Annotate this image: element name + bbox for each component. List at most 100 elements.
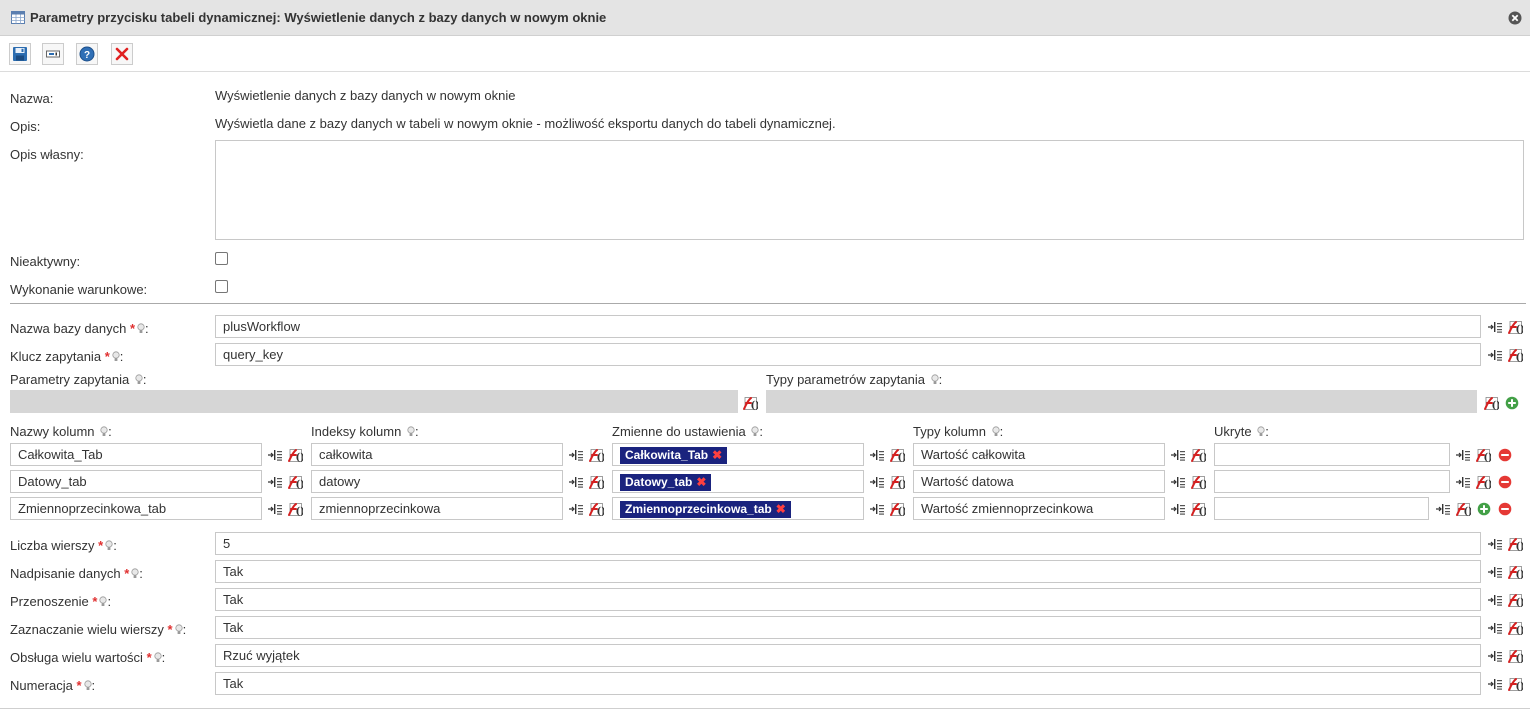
nazwa-bazy-input[interactable]: plusWorkflow <box>215 315 1481 338</box>
parametry-label: Parametry zapytania : <box>10 372 147 387</box>
function-editor-icon[interactable] <box>588 501 604 517</box>
klucz-input[interactable]: query_key <box>215 343 1481 366</box>
function-editor-icon[interactable] <box>287 474 303 490</box>
list-select-icon[interactable] <box>1487 319 1503 335</box>
variable-tag-field[interactable]: Datowy_tab ✖ <box>612 470 864 493</box>
function-editor-icon[interactable] <box>889 447 905 463</box>
remove-row-icon[interactable] <box>1498 448 1512 462</box>
remove-tag-icon[interactable]: ✖ <box>776 502 786 516</box>
list-select-icon[interactable] <box>869 501 885 517</box>
help-button[interactable]: ? <box>76 43 98 65</box>
parametry-field[interactable] <box>10 390 738 413</box>
column-type-input[interactable]: Wartość zmiennoprzecinkowa <box>913 497 1165 520</box>
function-editor-icon[interactable] <box>1507 347 1523 363</box>
list-select-icon[interactable] <box>568 447 584 463</box>
remove-tag-icon[interactable]: ✖ <box>696 475 706 489</box>
list-select-icon[interactable] <box>1487 347 1503 363</box>
add-icon[interactable] <box>1505 396 1519 410</box>
action-button[interactable] <box>42 43 64 65</box>
obsluga-wartosci-input[interactable]: Rzuć wyjątek <box>215 644 1481 667</box>
remove-row-icon[interactable] <box>1498 502 1512 516</box>
column-name-input[interactable]: Całkowita_Tab <box>10 443 262 466</box>
list-select-icon[interactable] <box>1170 501 1186 517</box>
function-editor-icon[interactable] <box>287 447 303 463</box>
list-select-icon[interactable] <box>1487 592 1503 608</box>
function-editor-icon[interactable] <box>588 447 604 463</box>
function-editor-icon[interactable] <box>588 474 604 490</box>
przenoszenie-input[interactable]: Tak <box>215 588 1481 611</box>
list-select-icon[interactable] <box>1487 536 1503 552</box>
list-select-icon[interactable] <box>267 474 283 490</box>
list-select-icon[interactable] <box>267 447 283 463</box>
list-select-icon[interactable] <box>568 474 584 490</box>
opis-wlasny-textarea[interactable] <box>215 140 1524 240</box>
bottom-border <box>0 708 1530 709</box>
save-button[interactable] <box>9 43 31 65</box>
list-select-icon[interactable] <box>1487 620 1503 636</box>
column-type-input[interactable]: Wartość datowa <box>913 470 1165 493</box>
function-editor-icon[interactable] <box>889 474 905 490</box>
function-editor-icon[interactable] <box>1190 474 1206 490</box>
function-editor-icon[interactable] <box>742 395 758 411</box>
list-select-icon[interactable] <box>869 474 885 490</box>
typy-parametrow-field[interactable] <box>766 390 1477 413</box>
function-editor-icon[interactable] <box>1507 592 1523 608</box>
function-editor-icon[interactable] <box>1507 620 1523 636</box>
variable-tag-field[interactable]: Zmiennoprzecinkowa_tab ✖ <box>612 497 864 520</box>
col-header-nazwy: Nazwy kolumn : <box>10 424 112 439</box>
list-select-icon[interactable] <box>869 447 885 463</box>
hint-icon <box>105 540 113 551</box>
function-editor-icon[interactable] <box>1483 395 1499 411</box>
liczba-wierszy-input[interactable]: 5 <box>215 532 1481 555</box>
remove-row-icon[interactable] <box>1498 475 1512 489</box>
function-editor-icon[interactable] <box>1455 501 1471 517</box>
hint-icon <box>99 596 107 607</box>
list-select-icon[interactable] <box>1455 474 1471 490</box>
hint-icon <box>154 652 162 663</box>
column-name-input[interactable]: Datowy_tab <box>10 470 262 493</box>
nadpisanie-danych-input[interactable]: Tak <box>215 560 1481 583</box>
list-select-icon[interactable] <box>568 501 584 517</box>
close-window-icon[interactable] <box>1508 11 1522 25</box>
zaznaczanie-input[interactable]: Tak <box>215 616 1481 639</box>
variable-tag: Datowy_tab ✖ <box>620 474 712 491</box>
list-select-icon[interactable] <box>1487 648 1503 664</box>
column-hidden-input[interactable] <box>1214 443 1450 466</box>
delete-button[interactable] <box>111 43 133 65</box>
column-index-input[interactable]: całkowita <box>311 443 563 466</box>
list-select-icon[interactable] <box>1455 447 1471 463</box>
function-editor-icon[interactable] <box>1475 474 1491 490</box>
function-editor-icon[interactable] <box>1475 447 1491 463</box>
numeracja-input[interactable]: Tak <box>215 672 1481 695</box>
variable-tag-field[interactable]: Całkowita_Tab ✖ <box>612 443 864 466</box>
function-editor-icon[interactable] <box>1507 676 1523 692</box>
function-editor-icon[interactable] <box>1190 501 1206 517</box>
function-editor-icon[interactable] <box>1507 648 1523 664</box>
function-editor-icon[interactable] <box>889 501 905 517</box>
column-type-input[interactable]: Wartość całkowita <box>913 443 1165 466</box>
list-select-icon[interactable] <box>1487 676 1503 692</box>
function-editor-icon[interactable] <box>1190 447 1206 463</box>
column-hidden-input[interactable] <box>1214 470 1450 493</box>
col-header-zmienne: Zmienne do ustawienia : <box>612 424 763 439</box>
remove-tag-icon[interactable]: ✖ <box>712 448 722 462</box>
function-editor-icon[interactable] <box>287 501 303 517</box>
list-select-icon[interactable] <box>1487 564 1503 580</box>
list-select-icon[interactable] <box>1170 447 1186 463</box>
nieaktywny-checkbox[interactable] <box>215 252 228 265</box>
list-select-icon[interactable] <box>1435 501 1451 517</box>
add-row-icon[interactable] <box>1477 502 1491 516</box>
column-name-input[interactable]: Zmiennoprzecinkowa_tab <box>10 497 262 520</box>
column-hidden-input[interactable] <box>1214 497 1429 520</box>
wykonanie-warunkowe-checkbox[interactable] <box>215 280 228 293</box>
list-select-icon[interactable] <box>267 501 283 517</box>
column-index-input[interactable]: datowy <box>311 470 563 493</box>
hint-icon <box>175 624 183 635</box>
column-index-input[interactable]: zmiennoprzecinkowa <box>311 497 563 520</box>
function-editor-icon[interactable] <box>1507 319 1523 335</box>
function-editor-icon[interactable] <box>1507 564 1523 580</box>
hint-icon <box>84 680 92 691</box>
function-editor-icon[interactable] <box>1507 536 1523 552</box>
list-select-icon[interactable] <box>1170 474 1186 490</box>
svg-text:?: ? <box>84 50 90 61</box>
